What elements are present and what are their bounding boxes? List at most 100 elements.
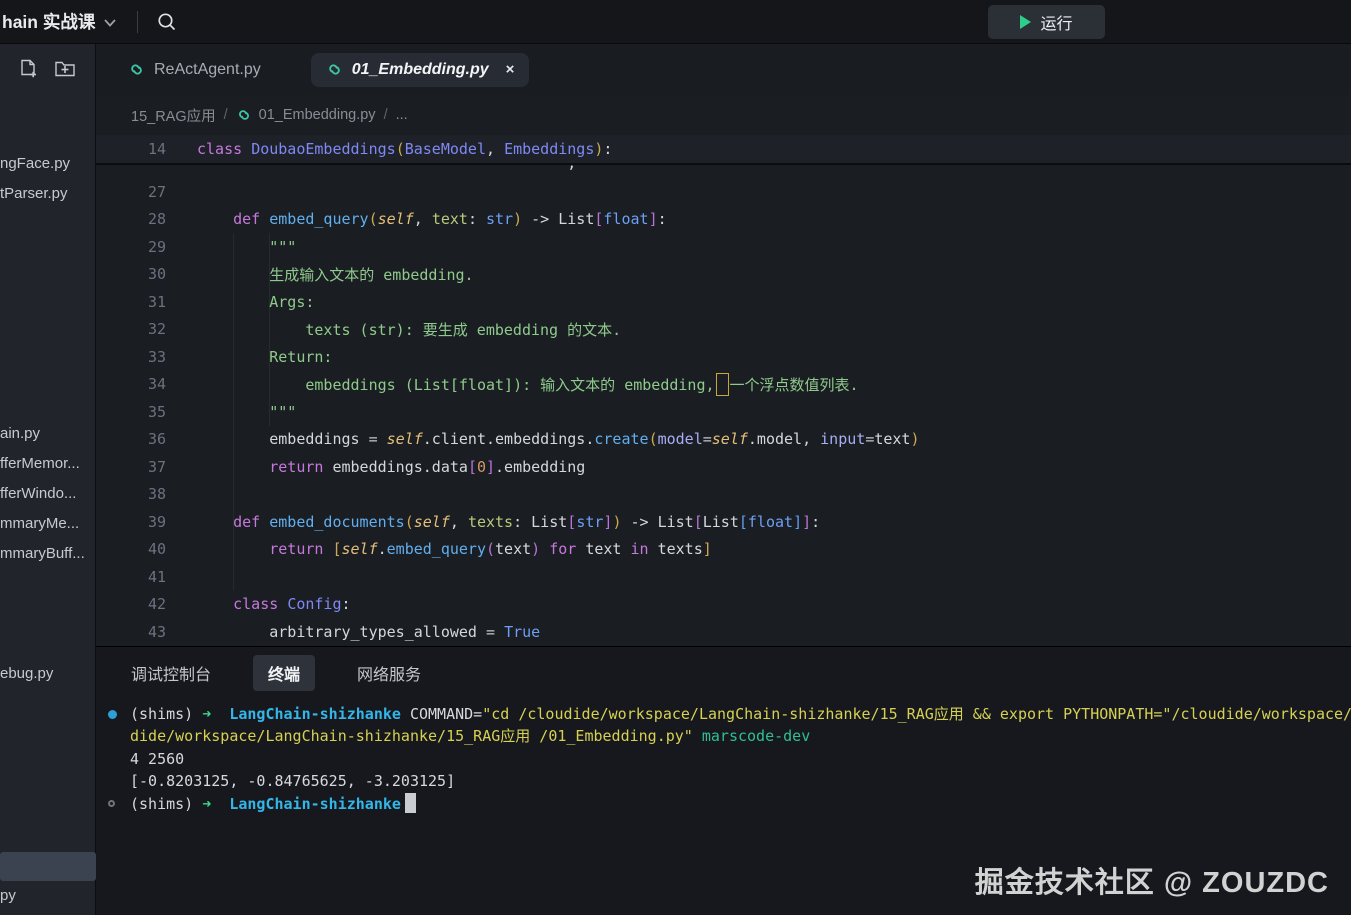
code-token: Args: xyxy=(269,293,314,311)
code-token: [ xyxy=(332,540,341,558)
code-line-34[interactable]: 34 embeddings (List[float]): 输入文本的 embed… xyxy=(96,371,1351,399)
code-text: def embed_documents(self, texts: List[st… xyxy=(166,513,820,531)
sidebar-item[interactable]: fferMemor... xyxy=(0,452,95,476)
indent-guide xyxy=(269,233,270,426)
tab-01-embedding[interactable]: 01_Embedding.py × xyxy=(311,53,530,87)
cursor-highlight-box xyxy=(716,373,729,396)
code-token xyxy=(242,140,251,158)
terminal-token: LangChain-shizhanke xyxy=(229,705,401,723)
search-icon[interactable] xyxy=(156,11,178,33)
chevron-down-icon[interactable] xyxy=(103,18,117,28)
panel-tab-bar: 调试控制台 终端 网络服务 xyxy=(96,647,1351,699)
code-line-27[interactable]: 27 xyxy=(96,178,1351,206)
code-text: Args: xyxy=(166,293,314,311)
code-token: text xyxy=(495,540,531,558)
breadcrumb-folder[interactable]: 15_RAG应用 xyxy=(131,105,216,126)
code-token: ) xyxy=(513,210,522,228)
code-line-31[interactable]: 31 Args: xyxy=(96,288,1351,316)
code-token: : xyxy=(811,513,820,531)
watermark: 掘金技术社区 @ ZOUZDC xyxy=(975,859,1329,901)
top-bar: hain 实战课 运行 xyxy=(0,0,1351,44)
line-number: 43 xyxy=(96,623,166,641)
line-number: 27 xyxy=(96,183,166,201)
tab-terminal[interactable]: 终端 xyxy=(253,655,315,691)
code-token: """ xyxy=(269,238,296,256)
tab-reactagent[interactable]: ReActAgent.py xyxy=(128,61,261,79)
code-line-41[interactable]: 41 xyxy=(96,563,1351,591)
code-line-39[interactable]: 39 def embed_documents(self, texts: List… xyxy=(96,508,1351,536)
terminal-token: (shims) xyxy=(130,705,202,723)
code-text: """ xyxy=(166,238,296,256)
code-line-36[interactable]: 36 embeddings = self.client.embeddings.c… xyxy=(96,426,1351,454)
code-token: True xyxy=(504,623,540,641)
code-token: : xyxy=(603,140,612,158)
code-text: texts (str): 要生成 embedding 的文本. xyxy=(166,319,621,340)
line-number: 42 xyxy=(96,595,166,613)
line-number: 34 xyxy=(96,375,166,393)
sidebar-item[interactable]: ebug.py xyxy=(0,662,95,686)
code-token: embeddings (List[float]): 输入文本的 embeddin… xyxy=(305,376,714,394)
sidebar-item[interactable]: mmaryMe... xyxy=(0,512,95,536)
code-token: float xyxy=(603,210,648,228)
code-line-28[interactable]: 28 def embed_query(self, text: str) -> L… xyxy=(96,206,1351,234)
code-token: texts xyxy=(649,540,703,558)
code-token: Config xyxy=(287,595,341,613)
sidebar-item[interactable]: ngFace.py xyxy=(0,152,95,176)
sidebar-item[interactable]: py xyxy=(0,887,16,904)
line-number: 38 xyxy=(96,485,166,503)
code-line-33[interactable]: 33 Return: xyxy=(96,343,1351,371)
code-text: """ xyxy=(166,403,296,421)
code-token: return xyxy=(269,540,323,558)
new-file-icon[interactable] xyxy=(18,58,38,79)
breadcrumb-file[interactable]: 01_Embedding.py xyxy=(236,107,376,123)
code-token: : xyxy=(658,210,667,228)
code-token: texts xyxy=(468,513,513,531)
sidebar-item[interactable]: fferWindo... xyxy=(0,482,95,506)
code-line-37[interactable]: 37 return embeddings.data[0].embedding xyxy=(96,453,1351,481)
tab-web-service[interactable]: 网络服务 xyxy=(357,661,421,685)
code-line-38[interactable]: 38 xyxy=(96,481,1351,509)
terminal-token xyxy=(211,795,229,813)
close-icon[interactable]: × xyxy=(506,61,515,78)
sidebar-item[interactable]: ain.py xyxy=(0,422,95,446)
breadcrumb-more[interactable]: ... xyxy=(396,107,408,123)
terminal-token xyxy=(211,705,229,723)
code-token: embed_query xyxy=(387,540,486,558)
bottom-panel: 调试控制台 终端 网络服务 (shims) ➜ LangChain-shizha… xyxy=(96,646,1351,915)
command-success-dot-icon xyxy=(108,710,117,719)
code-editor[interactable]: 14class DoubaoEmbeddings(BaseModel, Embe… xyxy=(96,135,1351,646)
code-line-42[interactable]: 42 class Config: xyxy=(96,591,1351,619)
run-button[interactable]: 运行 xyxy=(988,5,1105,39)
code-token: text xyxy=(576,540,630,558)
code-text: , xyxy=(166,165,576,172)
code-token: ( xyxy=(649,430,658,448)
code-token: text xyxy=(432,210,468,228)
code-line-32[interactable]: 32 texts (str): 要生成 embedding 的文本. xyxy=(96,316,1351,344)
code-token: create xyxy=(594,430,648,448)
sidebar-item[interactable]: mmaryBuff... xyxy=(0,542,95,566)
sidebar-selected-row[interactable] xyxy=(0,852,96,881)
sidebar-item[interactable]: tParser.py xyxy=(0,182,95,206)
code-token: self xyxy=(712,430,748,448)
code-token: for xyxy=(549,540,576,558)
code-token: ] xyxy=(486,458,495,476)
terminal-line[interactable]: (shims) ➜ LangChain-shizhanke xyxy=(96,793,1351,816)
code-line-43[interactable]: 43 arbitrary_types_allowed = True xyxy=(96,618,1351,646)
tab-label: 01_Embedding.py xyxy=(352,61,489,79)
code-token: ) xyxy=(910,430,919,448)
code-line-40[interactable]: 40 return [self.embed_query(text) for te… xyxy=(96,536,1351,564)
code-token: ) xyxy=(531,540,540,558)
new-folder-icon[interactable] xyxy=(54,58,76,79)
terminal-token: ➜ xyxy=(202,705,211,723)
code-token: , xyxy=(802,430,820,448)
sticky-scroll-line[interactable]: 14class DoubaoEmbeddings(BaseModel, Embe… xyxy=(96,135,1351,165)
terminal[interactable]: (shims) ➜ LangChain-shizhanke COMMAND="c… xyxy=(96,699,1351,816)
code-token: List xyxy=(558,210,594,228)
code-token: input xyxy=(820,430,865,448)
code-line-29[interactable]: 29 """ xyxy=(96,233,1351,261)
code-line-30[interactable]: 30 生成输入文本的 embedding. xyxy=(96,261,1351,289)
code-token: : xyxy=(468,210,486,228)
file-explorer-sidebar: ngFace.py tParser.py ain.py fferMemor... ffe… xyxy=(0,44,96,915)
tab-debug-console[interactable]: 调试控制台 xyxy=(131,661,211,685)
code-line-35[interactable]: 35 """ xyxy=(96,398,1351,426)
